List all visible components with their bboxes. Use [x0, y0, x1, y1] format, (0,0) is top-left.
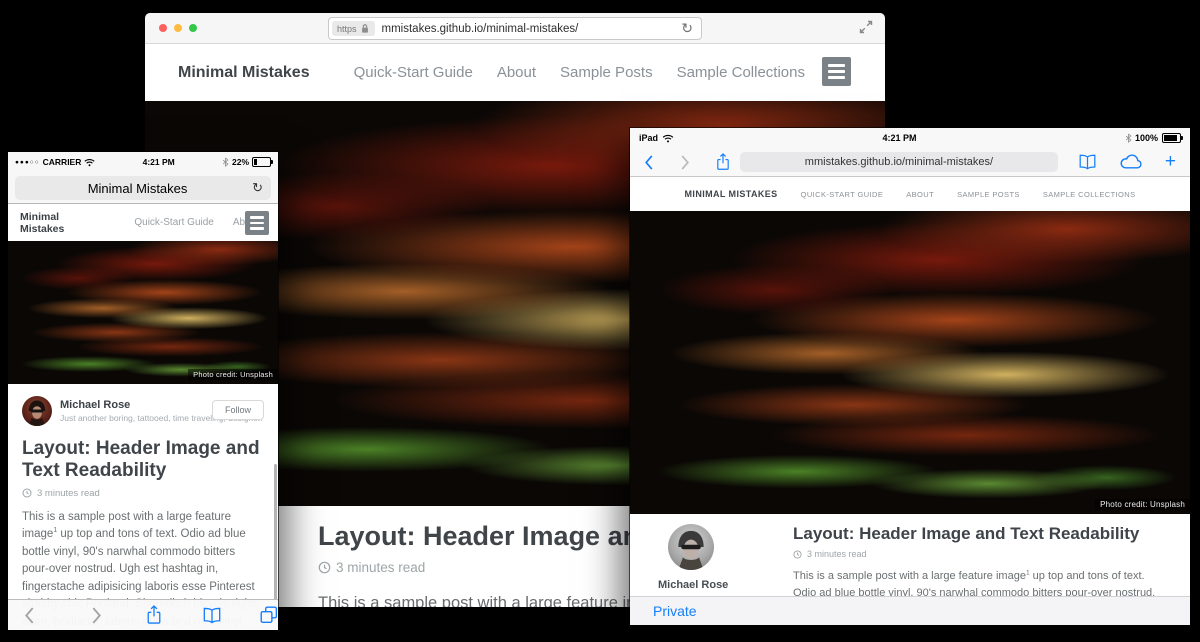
- ipad-status-bar: iPad 4:21 PM 100%: [630, 128, 1190, 148]
- post-title: Layout: Header Image and Text Readabilit…: [22, 438, 264, 482]
- forward-icon[interactable]: [680, 155, 690, 170]
- share-icon[interactable]: [146, 605, 162, 625]
- follow-button[interactable]: Follow: [212, 400, 264, 420]
- https-label: https: [337, 24, 357, 34]
- iphone-status-bar: ●●●○○ CARRIER 4:21 PM 22%: [8, 152, 278, 172]
- photo-credit: Photo credit: Unsplash: [188, 369, 278, 380]
- nav-link-sample-posts[interactable]: Sample Posts: [560, 64, 653, 81]
- lock-icon: [360, 23, 370, 34]
- read-time: 3 minutes read: [37, 488, 100, 499]
- scrollbar[interactable]: [274, 464, 277, 604]
- signal-dots-icon: ●●●○○: [15, 159, 40, 166]
- fullscreen-icon[interactable]: [859, 20, 873, 39]
- bookmarks-icon[interactable]: [1078, 154, 1097, 170]
- clock-icon: [793, 550, 802, 559]
- menu-hamburger-icon[interactable]: [822, 57, 851, 86]
- author-avatar: [668, 524, 714, 570]
- post-title: Layout: Header Image and Text Readabilit…: [793, 524, 1166, 544]
- post-meta: 3 minutes read: [793, 549, 1166, 559]
- device-label: iPad: [639, 133, 658, 143]
- site-brand-link[interactable]: Minimal Mistakes: [20, 211, 100, 235]
- status-time: 4:21 PM: [95, 157, 222, 167]
- page-title: Minimal Mistakes: [23, 181, 252, 196]
- ipad-safari-window: iPad 4:21 PM 100% mmistakes.github.io/mi…: [630, 128, 1190, 625]
- author-avatar: [22, 396, 52, 426]
- ipad-browser-toolbar: mmistakes.github.io/minimal-mistakes/ +: [630, 148, 1190, 177]
- icloud-tabs-icon[interactable]: [1119, 154, 1143, 170]
- menu-hamburger-icon[interactable]: [245, 211, 269, 235]
- back-icon[interactable]: [24, 607, 35, 624]
- post-body-lead: This is a sample post with a large featu…: [318, 594, 667, 607]
- battery-icon: [252, 157, 271, 167]
- new-tab-icon[interactable]: +: [1165, 155, 1176, 169]
- nav-link-sample-collections[interactable]: Sample Collections: [1043, 190, 1136, 199]
- battery-icon: [1162, 133, 1181, 143]
- iphone-site-navbar: Minimal Mistakes Quick-Start Guide About: [8, 204, 278, 241]
- reload-icon[interactable]: ↻: [681, 20, 701, 37]
- iphone-bottom-toolbar: [8, 599, 278, 630]
- iphone-post-content: Michael Rose Just another boring, tattoo…: [8, 384, 278, 630]
- battery-percent: 22%: [232, 157, 249, 167]
- post-meta: 3 minutes read: [22, 488, 264, 499]
- post-header-image: Photo credit: Unsplash: [630, 211, 1190, 514]
- carrier-label: CARRIER: [43, 157, 82, 167]
- post-header-image: Photo credit: Unsplash: [8, 241, 278, 384]
- bluetooth-icon: [1125, 133, 1132, 143]
- nav-link-quick-start-guide[interactable]: Quick-Start Guide: [801, 190, 884, 199]
- tabs-icon[interactable]: [260, 606, 278, 624]
- bookmarks-icon[interactable]: [202, 607, 222, 624]
- author-byline: Michael Rose Just another boring, tattoo…: [22, 396, 264, 426]
- site-brand-link[interactable]: Minimal Mistakes: [178, 64, 310, 82]
- ipad-address-field[interactable]: mmistakes.github.io/minimal-mistakes/: [740, 152, 1058, 172]
- reload-icon[interactable]: ↻: [252, 180, 263, 196]
- wifi-icon: [662, 134, 674, 143]
- nav-link-quick-start-guide[interactable]: Quick-Start Guide: [134, 217, 213, 228]
- back-icon[interactable]: [644, 155, 654, 170]
- ipad-site-navbar: Minimal Mistakes Quick-Start Guide About…: [630, 177, 1190, 211]
- desktop-address-bar[interactable]: https mmistakes.github.io/minimal-mistak…: [328, 17, 702, 40]
- desktop-browser-chrome: https mmistakes.github.io/minimal-mistak…: [145, 13, 885, 44]
- author-avatar-image: [22, 396, 52, 426]
- nav-link-about[interactable]: About: [906, 190, 934, 199]
- iphone-address-field[interactable]: Minimal Mistakes ↻: [15, 176, 271, 200]
- https-badge: https: [332, 21, 375, 36]
- composite-background: https mmistakes.github.io/minimal-mistak…: [0, 0, 1200, 642]
- zoom-window-button[interactable]: [189, 24, 197, 32]
- clock-icon: [22, 488, 32, 498]
- forward-icon[interactable]: [91, 607, 102, 624]
- minimize-window-button[interactable]: [174, 24, 182, 32]
- nav-link-sample-collections[interactable]: Sample Collections: [677, 64, 805, 81]
- nav-link-quick-start-guide[interactable]: Quick-Start Guide: [354, 64, 473, 81]
- read-time: 3 minutes read: [336, 560, 425, 575]
- site-brand-link[interactable]: Minimal Mistakes: [685, 189, 778, 199]
- photo-credit: Photo credit: Unsplash: [1095, 499, 1190, 510]
- desktop-url-text: mmistakes.github.io/minimal-mistakes/: [375, 23, 682, 35]
- author-avatar-image: [668, 524, 714, 570]
- private-browsing-bar: Private: [630, 596, 1190, 625]
- status-time: 4:21 PM: [674, 133, 1125, 143]
- iphone-url-bar: Minimal Mistakes ↻: [8, 172, 278, 204]
- bluetooth-icon: [222, 157, 229, 167]
- iphone-safari-window: ●●●○○ CARRIER 4:21 PM 22% Minimal Mistak…: [8, 152, 278, 630]
- clock-icon: [318, 561, 331, 574]
- nav-link-about[interactable]: About: [497, 64, 536, 81]
- wifi-icon: [84, 158, 95, 167]
- share-icon[interactable]: [716, 153, 730, 171]
- private-button[interactable]: Private: [653, 603, 697, 619]
- read-time: 3 minutes read: [807, 549, 867, 559]
- author-name: Michael Rose: [658, 579, 765, 591]
- desktop-site-navbar: Minimal Mistakes Quick-Start Guide About…: [145, 44, 885, 101]
- post-body-lead: This is a sample post with a large featu…: [793, 570, 1026, 582]
- nav-link-sample-posts[interactable]: Sample Posts: [957, 190, 1020, 199]
- battery-percent: 100%: [1135, 133, 1158, 143]
- close-window-button[interactable]: [159, 24, 167, 32]
